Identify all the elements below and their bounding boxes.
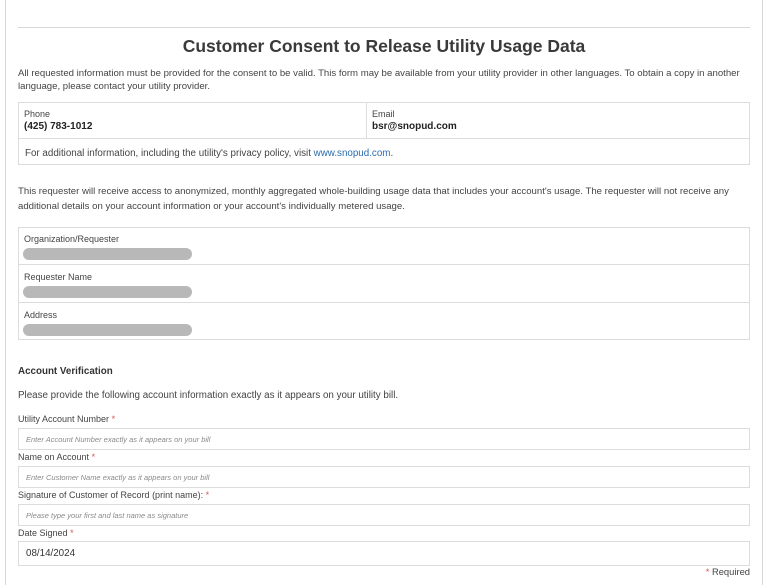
privacy-info-suffix: . — [390, 148, 394, 159]
organization-row: Organization/Requester — [19, 228, 749, 265]
signature-label-text: Signature of Customer of Record (print n… — [18, 490, 204, 500]
requester-name-row: Requester Name — [19, 266, 749, 303]
privacy-info-line: For additional information, including th… — [25, 148, 393, 159]
required-asterisk: * — [70, 528, 74, 538]
signature-input[interactable] — [18, 504, 750, 526]
privacy-info-prefix: For additional information, including th… — [25, 148, 314, 159]
date-signed-input[interactable] — [18, 541, 750, 566]
address-row: Address — [19, 304, 749, 341]
requester-name-label: Requester Name — [24, 272, 93, 282]
signature-label: Signature of Customer of Record (print n… — [18, 490, 209, 500]
name-on-account-label-text: Name on Account — [18, 452, 90, 462]
phone-cell: Phone (425) 783-1012 — [19, 103, 367, 139]
form-intro-text: All requested information must be provid… — [18, 68, 740, 92]
account-verification-instructions: Please provide the following account inf… — [18, 390, 399, 401]
organization-label: Organization/Requester — [24, 234, 120, 244]
required-asterisk: * — [111, 414, 116, 424]
form-title: Customer Consent to Release Utility Usag… — [182, 36, 586, 56]
phone-value: (425) 783-1012 — [24, 121, 93, 132]
redacted-organization — [23, 248, 192, 260]
email-label: Email — [372, 109, 395, 119]
account-number-label-text: Utility Account Number — [18, 414, 110, 424]
account-number-label: Utility Account Number * — [18, 414, 115, 424]
redacted-requester-name — [23, 286, 192, 298]
date-signed-label-text: Date Signed — [18, 528, 68, 538]
required-field-note: * Required — [706, 566, 750, 577]
redacted-address — [23, 324, 192, 336]
required-note-text: Required — [711, 566, 750, 577]
required-asterisk: * — [205, 490, 210, 500]
name-on-account-label: Name on Account * — [18, 452, 95, 462]
utility-contact-box: Phone (425) 783-1012 Email bsr@snopud.co… — [18, 102, 750, 165]
address-label: Address — [24, 310, 58, 320]
date-signed-label: Date Signed * — [18, 528, 74, 538]
required-note-asterisk: * — [705, 566, 710, 577]
email-cell: Email bsr@snopud.com — [367, 103, 749, 139]
requester-info-box: Organization/Requester Requester Name Ad… — [18, 227, 750, 340]
top-divider — [18, 27, 750, 28]
requester-description: This requester will receive access to an… — [18, 186, 729, 212]
email-value: bsr@snopud.com — [372, 121, 457, 132]
account-verification-heading: Account Verification — [18, 366, 113, 377]
contact-row: Phone (425) 783-1012 Email bsr@snopud.co… — [19, 103, 749, 139]
required-asterisk: * — [91, 452, 96, 462]
account-number-input[interactable] — [18, 428, 750, 450]
utility-website-link[interactable]: www.snopud.com — [314, 148, 391, 159]
phone-label: Phone — [24, 109, 51, 119]
name-on-account-input[interactable] — [18, 466, 750, 488]
